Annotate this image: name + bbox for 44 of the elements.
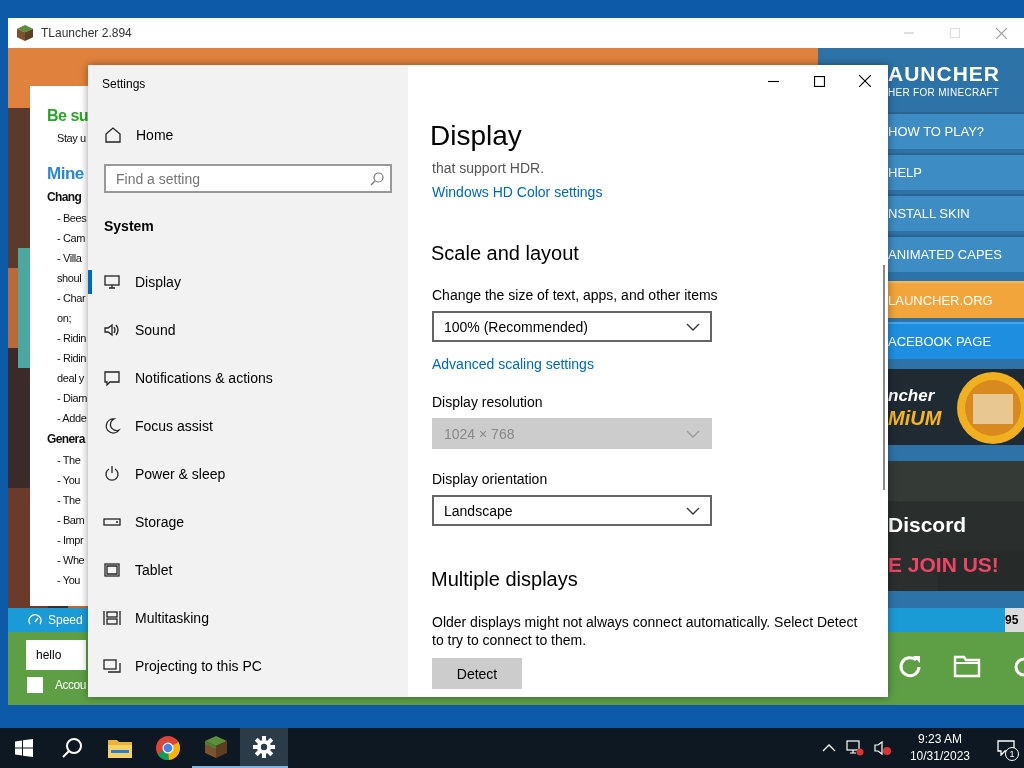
brand-subtitle: HER FOR MINECRAFT bbox=[888, 87, 1000, 98]
close-icon bbox=[995, 27, 1007, 39]
menu-button[interactable]: ANIMATED CAPES bbox=[888, 235, 1024, 273]
folder-icon bbox=[953, 654, 981, 678]
nav-item[interactable]: Projecting to this PC bbox=[88, 642, 408, 690]
grass-block-icon bbox=[17, 25, 33, 41]
username-field[interactable]: hello bbox=[26, 640, 86, 670]
menu-button[interactable]: HELP bbox=[888, 153, 1024, 191]
gear-icon bbox=[253, 736, 275, 758]
maximize-icon bbox=[950, 28, 960, 38]
account-label: Accou bbox=[55, 678, 86, 692]
speed-label: Speed bbox=[48, 613, 83, 627]
menu-button[interactable]: NSTALL SKIN bbox=[888, 194, 1024, 232]
speed-icon bbox=[28, 613, 42, 627]
brand-title: AUNCHER bbox=[888, 61, 1000, 87]
close-icon bbox=[859, 75, 871, 87]
muted-volume-icon bbox=[873, 740, 892, 756]
multitasking-icon bbox=[103, 609, 121, 627]
grass-block-icon bbox=[205, 736, 227, 758]
progress-reading: 95 bbox=[1005, 608, 1024, 632]
network-icon bbox=[845, 740, 864, 756]
taskbar-button[interactable] bbox=[240, 728, 288, 768]
search-icon bbox=[61, 737, 83, 759]
refresh-icon bbox=[897, 654, 923, 680]
chrome-icon bbox=[156, 736, 180, 760]
folder-icon bbox=[108, 738, 132, 758]
detect-button[interactable]: Detect bbox=[432, 658, 522, 689]
banner-text: ncher bbox=[888, 385, 936, 408]
projecting-icon bbox=[103, 657, 121, 675]
notifications-button[interactable]: 1 bbox=[988, 728, 1024, 768]
scrollbar[interactable] bbox=[883, 265, 885, 490]
nav-item[interactable]: Multitasking bbox=[88, 594, 408, 642]
menu-button[interactable]: HOW TO PLAY? bbox=[888, 112, 1024, 150]
clock-time[interactable]: 9:23 AM bbox=[917, 731, 962, 748]
message-icon bbox=[997, 740, 1015, 756]
banner-text: MiUM bbox=[888, 407, 943, 430]
windows-icon bbox=[15, 739, 33, 757]
chevron-up-icon bbox=[821, 744, 836, 752]
window-title: TLauncher 2.894 bbox=[41, 26, 132, 40]
account-checkbox[interactable] bbox=[27, 677, 43, 693]
banner-text: E JOIN US! bbox=[888, 551, 999, 578]
clock-date[interactable]: 10/31/2023 bbox=[909, 748, 970, 765]
banner-text: Discord bbox=[888, 511, 967, 538]
description-text: Older displays might not always connect automatically. Select Detect to try to connect to them. bbox=[432, 613, 859, 649]
